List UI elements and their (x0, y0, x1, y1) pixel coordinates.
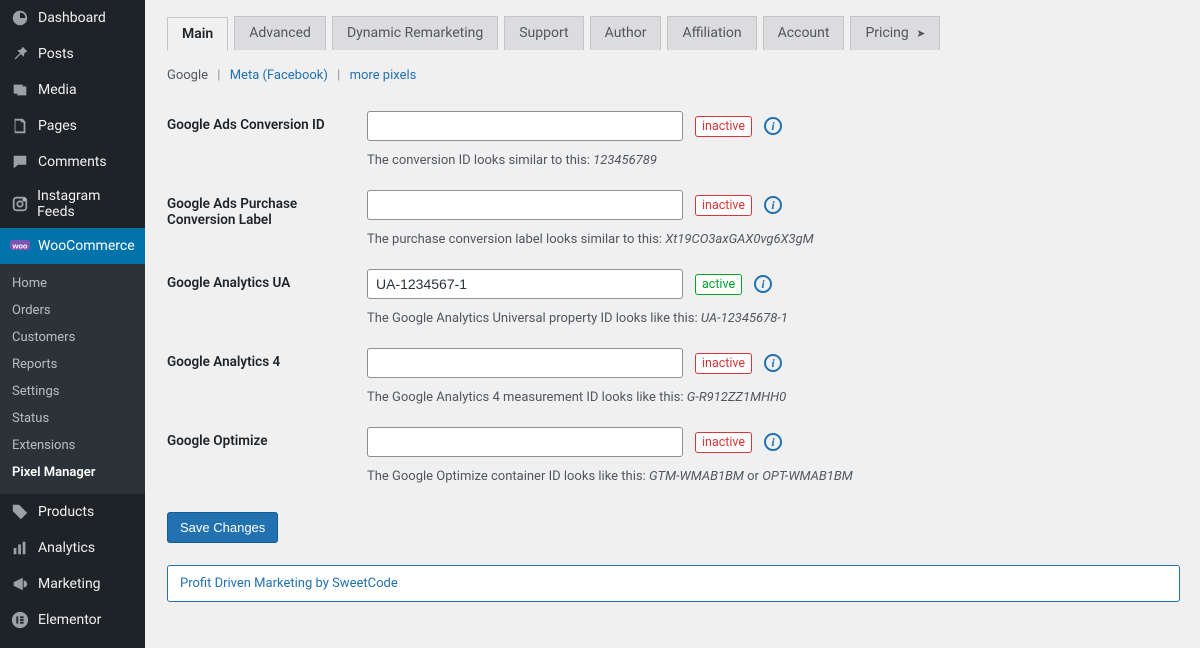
pin-icon (10, 44, 30, 64)
info-icon[interactable]: i (764, 433, 782, 451)
sidebar-item-comments[interactable]: Comments (0, 144, 145, 180)
submenu-item-extensions[interactable]: Extensions (0, 432, 145, 459)
tab-advanced[interactable]: Advanced (234, 16, 326, 50)
field-hint: The conversion ID looks similar to this:… (367, 153, 1180, 168)
sidebar-item-label: Pages (38, 118, 77, 134)
svg-text:woo: woo (12, 242, 28, 251)
sidebar-item-label: Analytics (38, 540, 95, 556)
sidebar-item-instagram[interactable]: Instagram Feeds (0, 180, 145, 228)
field-hint: The Google Analytics Universal property … (367, 311, 1180, 326)
info-icon[interactable]: i (764, 117, 782, 135)
tab-account[interactable]: Account (763, 16, 845, 50)
status-badge: inactive (695, 195, 752, 216)
pages-icon (10, 116, 30, 136)
save-button[interactable]: Save Changes (167, 512, 278, 543)
ga4-input[interactable] (367, 348, 683, 378)
woocommerce-icon: woo (10, 236, 30, 256)
field-label: Google Ads Conversion ID (167, 111, 367, 133)
settings-tabs: Main Advanced Dynamic Remarketing Suppor… (167, 16, 1180, 50)
elementor-icon (10, 610, 30, 630)
field-hint: The Google Analytics 4 measurement ID lo… (367, 390, 1180, 405)
submenu-item-status[interactable]: Status (0, 405, 145, 432)
sidebar-item-marketing[interactable]: Marketing (0, 566, 145, 602)
field-row-optimize: Google Optimize inactive i The Google Op… (167, 427, 1180, 484)
subnav-more[interactable]: more pixels (350, 68, 417, 83)
tab-author[interactable]: Author (590, 16, 662, 50)
instagram-icon (10, 194, 29, 214)
sidebar-submenu: Home Orders Customers Reports Settings S… (0, 264, 145, 494)
field-row-gads-label: Google Ads Purchase Conversion Label ina… (167, 190, 1180, 247)
ga-ua-input[interactable] (367, 269, 683, 299)
sidebar-item-label: Instagram Feeds (37, 188, 137, 220)
chevron-right-icon: ➤ (916, 27, 925, 40)
comment-icon (10, 152, 30, 172)
settings-form: Google Ads Conversion ID inactive i The … (167, 111, 1180, 602)
sidebar-item-posts[interactable]: Posts (0, 36, 145, 72)
submenu-item-home[interactable]: Home (0, 270, 145, 297)
field-label: Google Analytics UA (167, 269, 367, 291)
subnav-google[interactable]: Google (167, 68, 208, 83)
sidebar-item-dashboard[interactable]: Dashboard (0, 0, 145, 36)
status-badge: inactive (695, 432, 752, 453)
products-icon (10, 502, 30, 522)
sidebar-item-analytics[interactable]: Analytics (0, 530, 145, 566)
field-hint: The purchase conversion label looks simi… (367, 232, 1180, 247)
field-label: Google Analytics 4 (167, 348, 367, 370)
tab-support[interactable]: Support (504, 16, 583, 50)
sidebar-item-media[interactable]: Media (0, 72, 145, 108)
main-content: Main Advanced Dynamic Remarketing Suppor… (145, 0, 1200, 648)
submenu-item-reports[interactable]: Reports (0, 351, 145, 378)
sidebar-item-templates[interactable]: Templates (0, 638, 145, 648)
gads-conversion-id-input[interactable] (367, 111, 683, 141)
gads-purchase-label-input[interactable] (367, 190, 683, 220)
field-row-ga-ua: Google Analytics UA active i The Google … (167, 269, 1180, 326)
info-icon[interactable]: i (764, 196, 782, 214)
sidebar-item-woocommerce[interactable]: woo WooCommerce (0, 228, 145, 264)
tab-pricing[interactable]: Pricing ➤ (850, 16, 940, 50)
field-row-gads-id: Google Ads Conversion ID inactive i The … (167, 111, 1180, 168)
promo-banner[interactable]: Profit Driven Marketing by SweetCode (167, 565, 1180, 602)
info-icon[interactable]: i (754, 275, 772, 293)
submenu-item-customers[interactable]: Customers (0, 324, 145, 351)
sidebar-item-label: Marketing (38, 576, 101, 592)
status-badge: inactive (695, 116, 752, 137)
sidebar-item-elementor[interactable]: Elementor (0, 602, 145, 638)
tab-dynamic-remarketing[interactable]: Dynamic Remarketing (332, 16, 498, 50)
media-icon (10, 80, 30, 100)
subnav-meta[interactable]: Meta (Facebook) (230, 68, 328, 83)
optimize-input[interactable] (367, 427, 683, 457)
tab-affiliation[interactable]: Affiliation (667, 16, 756, 50)
megaphone-icon (10, 574, 30, 594)
dashboard-icon (10, 8, 30, 28)
info-icon[interactable]: i (764, 354, 782, 372)
submenu-item-orders[interactable]: Orders (0, 297, 145, 324)
sidebar-item-label: Elementor (38, 612, 101, 628)
sidebar-item-label: Posts (38, 46, 74, 62)
admin-sidebar: Dashboard Posts Media Pages Commen (0, 0, 145, 648)
field-hint: The Google Optimize container ID looks l… (367, 469, 1180, 484)
sidebar-item-label: Comments (38, 154, 107, 170)
submenu-item-pixel-manager[interactable]: Pixel Manager (0, 459, 145, 486)
field-label: Google Optimize (167, 427, 367, 449)
field-label: Google Ads Purchase Conversion Label (167, 190, 367, 228)
tab-main[interactable]: Main (167, 17, 228, 51)
sidebar-item-label: WooCommerce (38, 238, 135, 254)
sidebar-item-products[interactable]: Products (0, 494, 145, 530)
sidebar-item-label: Products (38, 504, 94, 520)
sidebar-item-label: Dashboard (38, 10, 106, 26)
analytics-icon (10, 538, 30, 558)
field-row-ga4: Google Analytics 4 inactive i The Google… (167, 348, 1180, 405)
sidebar-item-label: Media (38, 82, 77, 98)
sidebar-item-pages[interactable]: Pages (0, 108, 145, 144)
status-badge: inactive (695, 353, 752, 374)
status-badge: active (695, 274, 742, 295)
submenu-item-settings[interactable]: Settings (0, 378, 145, 405)
pixel-subnav: Google | Meta (Facebook) | more pixels (167, 68, 1180, 83)
